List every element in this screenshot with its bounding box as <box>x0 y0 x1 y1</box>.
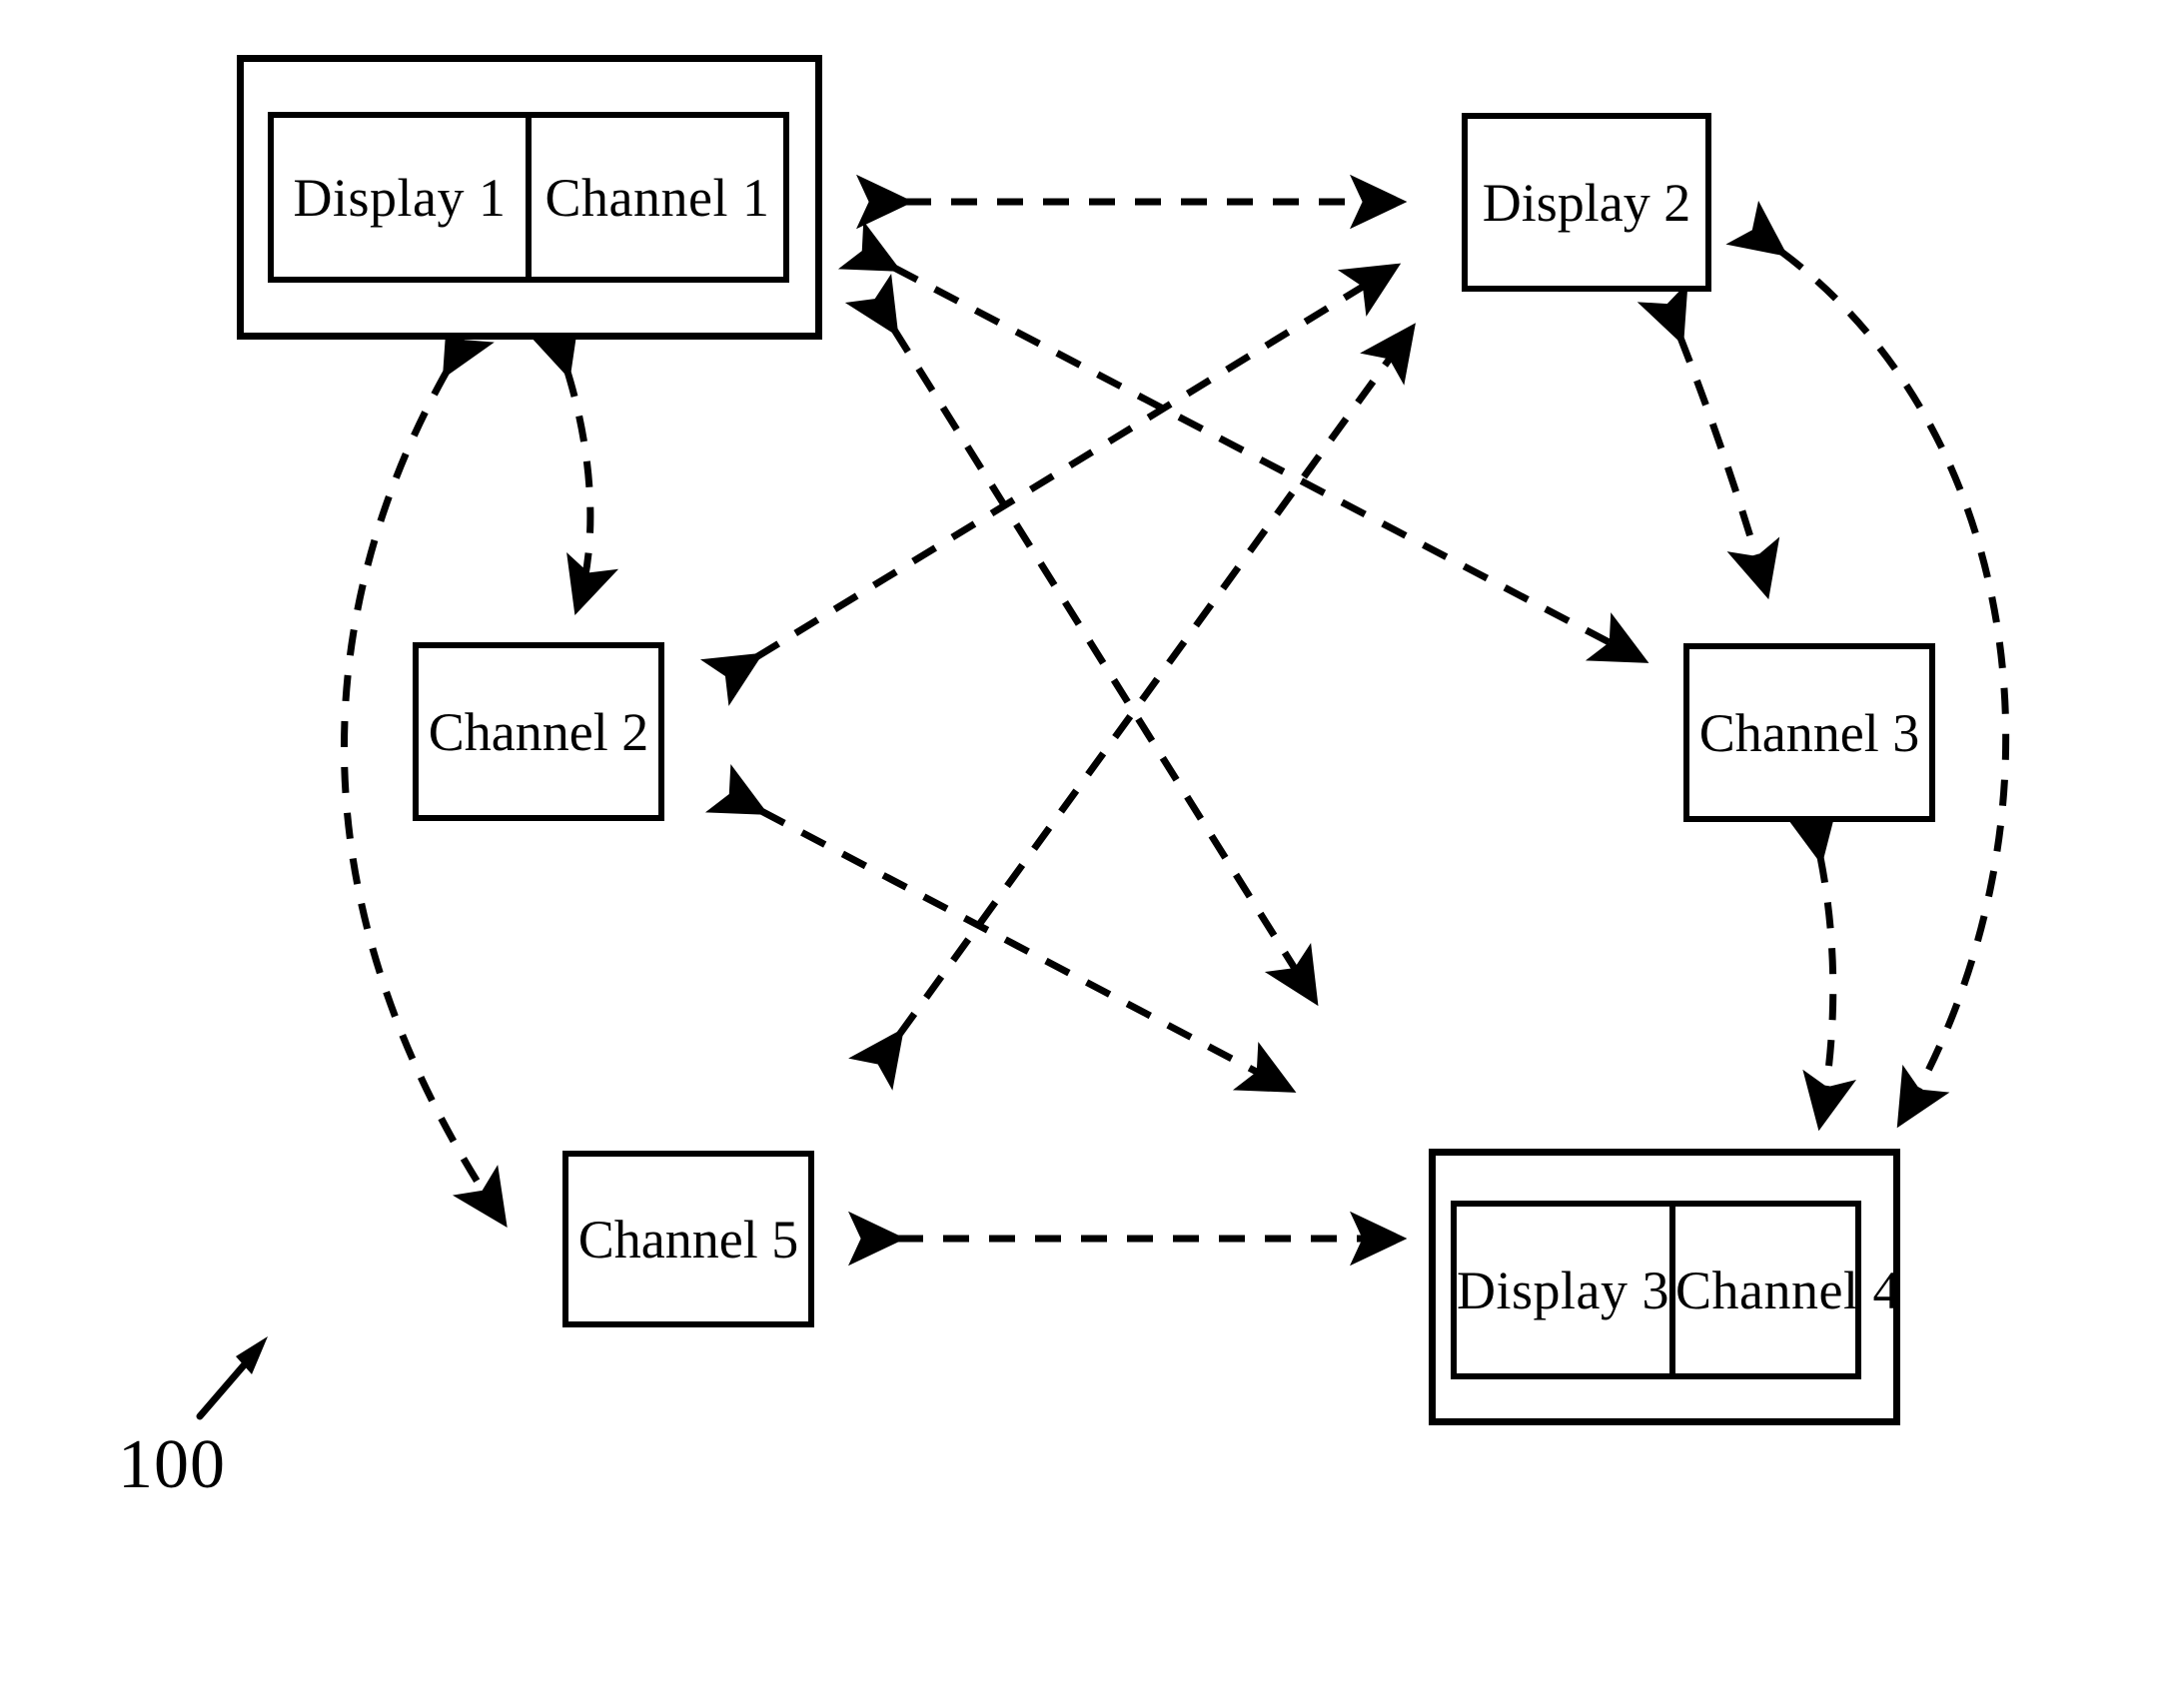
node-display1-channel1-inner[interactable]: Display 1 Channel 1 <box>268 112 789 283</box>
figure-reference-number: 100 <box>118 1426 226 1503</box>
node-display3-channel4-inner[interactable]: Display 3 Channel 4 <box>1451 1201 1899 1379</box>
node-display2[interactable]: Display 2 <box>1462 113 1711 292</box>
conn-channel2-display2 <box>699 263 1402 706</box>
node-channel3[interactable]: Channel 3 <box>1683 643 1935 822</box>
figure-lead-line <box>196 1336 268 1420</box>
node-channel2-label: Channel 2 <box>428 701 649 762</box>
conn-display2-channel3 <box>1637 282 1780 600</box>
conn-display1-channel3 <box>837 221 1649 663</box>
node-display3-label: Display 3 <box>1457 1207 1675 1373</box>
node-channel5-label: Channel 5 <box>577 1209 799 1270</box>
node-display1-label: Display 1 <box>274 118 532 277</box>
node-channel1-label: Channel 1 <box>545 167 770 228</box>
figure-canvas: Display 1 Channel 1 Display 2 Channel 2 … <box>0 0 2184 1701</box>
conn-channel2-display3 <box>704 764 1297 1093</box>
node-channel3-label: Channel 3 <box>1698 702 1920 763</box>
node-display2-label: Display 2 <box>1482 172 1691 233</box>
conn-channel5-display2 <box>848 323 1416 1091</box>
conn-display1-display3 <box>844 273 1319 1007</box>
node-channel5[interactable]: Channel 5 <box>562 1151 814 1327</box>
node-channel4-label: Channel 4 <box>1675 1260 1900 1320</box>
node-channel2[interactable]: Channel 2 <box>413 642 664 821</box>
conn-display1-channel2 <box>527 317 619 615</box>
conn-channel3-display3 <box>1783 803 1856 1132</box>
